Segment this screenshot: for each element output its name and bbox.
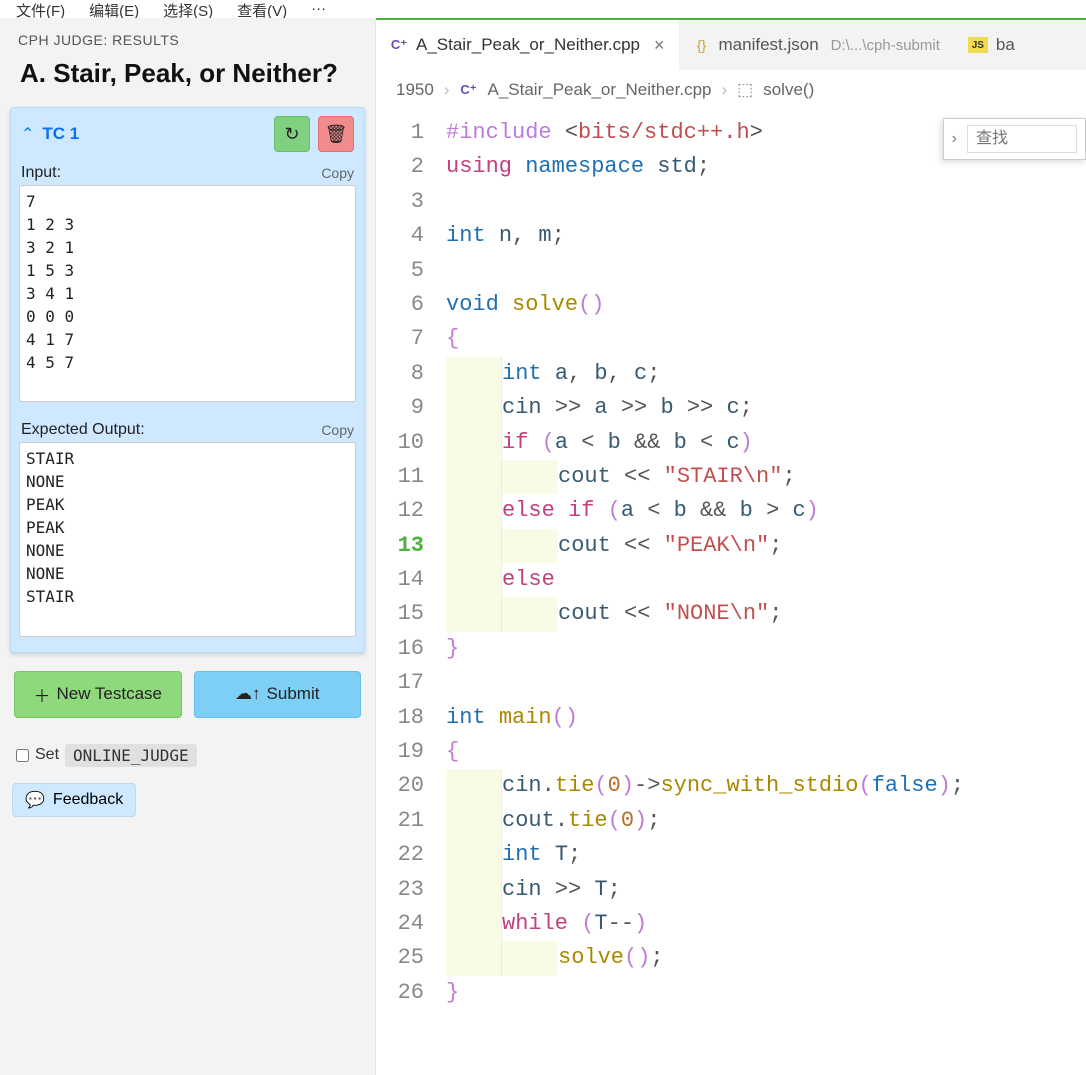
delete-testcase-button[interactable]: 🗑 (318, 116, 354, 152)
copy-input-button[interactable]: Copy (321, 165, 354, 181)
breadcrumb-symbol[interactable]: solve() (763, 80, 814, 100)
tab-label: ba (996, 35, 1015, 55)
input-label: Input: (21, 164, 61, 182)
tab-cpp-file[interactable]: C⁺ A_Stair_Peak_or_Neither.cpp × (376, 20, 679, 70)
tab-label: manifest.json (719, 35, 819, 55)
tab-label: A_Stair_Peak_or_Neither.cpp (416, 35, 640, 55)
find-input[interactable] (967, 125, 1077, 153)
editor-pane: ← → C⁺ A_Stair_Peak_or_Neither.cpp × {} … (376, 18, 1086, 1075)
menu-file[interactable]: 文件(F) (16, 0, 65, 18)
menu-edit[interactable]: 编辑(E) (89, 0, 139, 18)
tab-path: D:\...\cph-submit (831, 37, 940, 54)
function-icon: ⬚ (737, 80, 753, 100)
tab-manifest-json[interactable]: {} manifest.json D:\...\cph-submit (679, 20, 954, 70)
copy-expected-button[interactable]: Copy (321, 422, 354, 438)
breadcrumb-file[interactable]: A_Stair_Peak_or_Neither.cpp (488, 80, 712, 100)
set-label: Set (35, 746, 59, 764)
problem-title: A. Stair, Peak, or Neither? (0, 58, 375, 107)
chevron-right-icon: › (721, 80, 727, 100)
new-testcase-button[interactable]: ＋ New Testcase (14, 671, 182, 718)
rerun-button[interactable]: ↻ (274, 116, 310, 152)
submit-label: Submit (267, 684, 320, 704)
code-editor[interactable]: 1234567891011121314151617181920212223242… (376, 110, 1086, 1075)
menu-more[interactable]: ··· (311, 0, 326, 17)
trash-icon: 🗑 (325, 124, 348, 145)
code-content[interactable]: #include <bits/stdc++.h>using namespace … (446, 116, 1086, 1075)
chevron-up-icon[interactable]: ⌃ (21, 124, 34, 144)
nav-forward-icon[interactable]: → (470, 18, 492, 22)
tab-bar: C⁺ A_Stair_Peak_or_Neither.cpp × {} mani… (376, 20, 1086, 70)
menubar: 文件(F) 编辑(E) 选择(S) 查看(V) ··· (0, 0, 1086, 18)
js-icon: JS (968, 37, 988, 53)
cph-sidebar: CPH JUDGE: RESULTS A. Stair, Peak, or Ne… (0, 18, 376, 1075)
feedback-button[interactable]: 💬 Feedback (12, 783, 136, 817)
cph-panel-title: CPH JUDGE: RESULTS (0, 18, 375, 58)
line-gutter: 1234567891011121314151617181920212223242… (376, 116, 446, 1075)
expected-textarea[interactable] (19, 442, 356, 636)
comment-icon: 💬 (25, 790, 45, 810)
nav-back-icon[interactable]: ← (426, 18, 448, 22)
json-icon: {} (693, 36, 711, 54)
input-textarea[interactable] (19, 185, 356, 402)
submit-button[interactable]: ☁↑ Submit (194, 671, 362, 718)
online-judge-checkbox[interactable] (16, 749, 29, 762)
find-widget: › (943, 118, 1086, 160)
close-icon[interactable]: × (654, 35, 665, 56)
breadcrumb-folder[interactable]: 1950 (396, 80, 434, 100)
tab-js-file[interactable]: JS ba (954, 20, 1029, 70)
plus-icon: ＋ (33, 682, 50, 707)
menu-view[interactable]: 查看(V) (237, 0, 287, 18)
expected-label: Expected Output: (21, 421, 145, 439)
menu-select[interactable]: 选择(S) (163, 0, 213, 18)
cloud-upload-icon: ☁↑ (235, 684, 261, 704)
cpp-icon: C⁺ (390, 36, 408, 54)
chevron-right-icon[interactable]: › (952, 130, 957, 148)
online-judge-badge: ONLINE_JUDGE (65, 744, 197, 767)
chevron-right-icon: › (444, 80, 450, 100)
cpp-icon: C⁺ (460, 81, 478, 99)
reload-icon: ↻ (284, 124, 299, 145)
feedback-label: Feedback (53, 791, 123, 809)
breadcrumb: 1950 › C⁺ A_Stair_Peak_or_Neither.cpp › … (376, 70, 1086, 110)
new-testcase-label: New Testcase (56, 684, 162, 704)
testcase-card: ⌃ TC 1 ↻ 🗑 Input: Copy Expected Output: (10, 107, 365, 653)
testcase-name[interactable]: TC 1 (42, 124, 274, 144)
